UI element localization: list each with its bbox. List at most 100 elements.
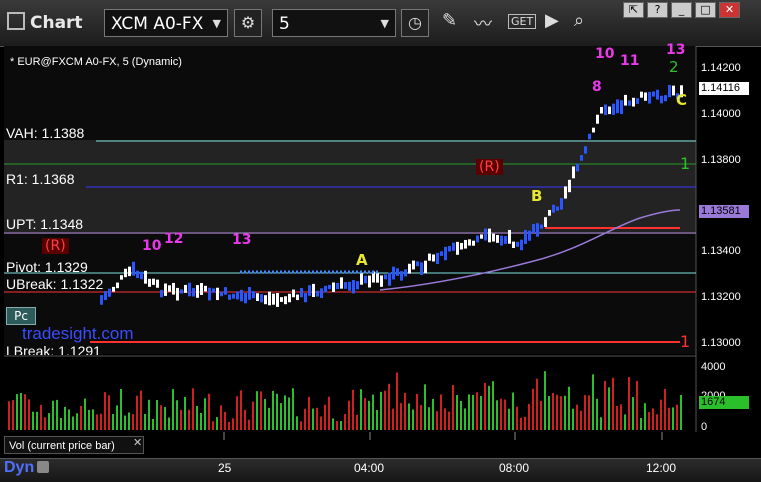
- vah-label: VAH: 1.1388: [6, 125, 85, 141]
- volume-bar: [44, 417, 46, 430]
- price-bar: [660, 95, 663, 104]
- price-chart[interactable]: [0, 46, 761, 481]
- clock-icon[interactable]: ◷: [401, 9, 429, 37]
- settings-icon[interactable]: ⚙: [234, 9, 262, 37]
- price-bar: [364, 275, 367, 284]
- minimize-icon[interactable]: _: [671, 2, 692, 18]
- volume-bar: [464, 408, 466, 430]
- pc-button[interactable]: Pc: [6, 307, 36, 325]
- interval-combo[interactable]: 5 ▼: [272, 9, 396, 37]
- pivot-label: Pivot: 1.1329: [6, 259, 88, 275]
- volume-bar: [96, 414, 98, 430]
- volume-bar: [168, 417, 170, 430]
- price-bar: [636, 98, 639, 104]
- price-bar: [540, 224, 543, 229]
- price-bar: [480, 234, 483, 239]
- volume-bar: [108, 395, 110, 430]
- price-bar: [304, 293, 307, 303]
- pin-icon[interactable]: ⇱: [623, 2, 644, 18]
- price-bar: [632, 97, 635, 107]
- price-bar: [440, 251, 443, 256]
- price-bar: [332, 282, 335, 293]
- zoom-icon[interactable]: ⌕: [574, 10, 584, 31]
- indicator-icon[interactable]: 〰: [474, 10, 492, 36]
- volume-bar: [300, 421, 302, 430]
- price-bar: [600, 107, 603, 114]
- price-bar: [272, 293, 275, 305]
- help-icon[interactable]: ?: [647, 2, 668, 18]
- volume-bar: [200, 413, 202, 430]
- volume-bar: [80, 405, 82, 430]
- dyn-button[interactable]: Dyn: [4, 459, 50, 477]
- volume-last-tag: 1674: [699, 396, 749, 409]
- volume-bar: [376, 409, 378, 430]
- get-label: GET: [511, 15, 534, 28]
- price-bar: [172, 282, 175, 295]
- price-bar: [360, 273, 363, 285]
- price-bar: [608, 106, 611, 115]
- price-tick: 1.13400: [701, 245, 741, 257]
- volume-bar: [412, 409, 414, 430]
- price-bar: [516, 241, 519, 247]
- price-tick: 1.14200: [701, 62, 741, 74]
- volume-bar: [328, 396, 330, 430]
- volume-bar: [500, 398, 502, 430]
- price-bar: [520, 239, 523, 251]
- volume-bar: [508, 408, 510, 430]
- price-bar: [124, 268, 127, 278]
- price-bar: [668, 84, 671, 98]
- volume-bar: [588, 395, 590, 430]
- pencil-icon[interactable]: ✎: [442, 10, 457, 31]
- volume-bar: [36, 411, 38, 430]
- price-bar: [236, 291, 239, 300]
- price-bar: [308, 285, 311, 296]
- volume-bar: [668, 407, 670, 430]
- price-bar: [148, 278, 151, 287]
- volume-bar: [344, 414, 346, 430]
- chevron-down-icon[interactable]: ▼: [213, 10, 221, 38]
- volume-bar: [132, 414, 134, 430]
- get-button[interactable]: GET: [508, 14, 537, 29]
- symbol-line: * EUR@FXCM A0-FX, 5 (Dynamic): [10, 56, 182, 68]
- time-tick: 25: [218, 461, 232, 475]
- price-bar: [616, 99, 619, 114]
- volume-bar: [120, 389, 122, 430]
- close-icon[interactable]: ✕: [719, 2, 740, 18]
- play-icon[interactable]: ▶: [545, 10, 559, 31]
- volume-bar: [260, 391, 262, 430]
- volume-bar: [248, 419, 250, 430]
- volume-bar: [656, 414, 658, 430]
- price-bar: [328, 284, 331, 290]
- close-icon[interactable]: ✕: [133, 436, 142, 449]
- symbol-combo[interactable]: XCM A0-FX ▼: [104, 9, 228, 37]
- volume-bar: [68, 409, 70, 430]
- chevron-down-icon[interactable]: ▼: [381, 10, 389, 38]
- volume-bar: [484, 382, 486, 430]
- r1-label: R1: 1.1368: [6, 171, 75, 187]
- volume-bar: [680, 394, 682, 430]
- volume-bar: [384, 390, 386, 430]
- volume-bar: [164, 407, 166, 430]
- volume-bar: [556, 394, 558, 430]
- price-bar: [144, 270, 147, 284]
- price-bar: [576, 163, 579, 172]
- lock-icon[interactable]: [37, 461, 50, 473]
- maximize-icon[interactable]: □: [695, 2, 716, 18]
- volume-bar: [48, 413, 50, 430]
- volume-bar: [624, 414, 626, 430]
- r-tag-text: R: [484, 159, 495, 175]
- price-bar: [644, 92, 647, 101]
- volume-bar: [428, 407, 430, 430]
- volume-bar: [664, 388, 666, 430]
- volume-bar: [536, 378, 538, 430]
- volume-bar: [444, 408, 446, 430]
- price-bar: [456, 241, 459, 255]
- price-bar: [276, 293, 279, 307]
- price-bar: [316, 290, 319, 297]
- volume-bar: [148, 399, 150, 430]
- volume-bar: [312, 408, 314, 430]
- price-bar: [472, 240, 475, 246]
- volume-bar: [424, 384, 426, 430]
- price-bar: [596, 114, 599, 124]
- volume-bar: [480, 395, 482, 430]
